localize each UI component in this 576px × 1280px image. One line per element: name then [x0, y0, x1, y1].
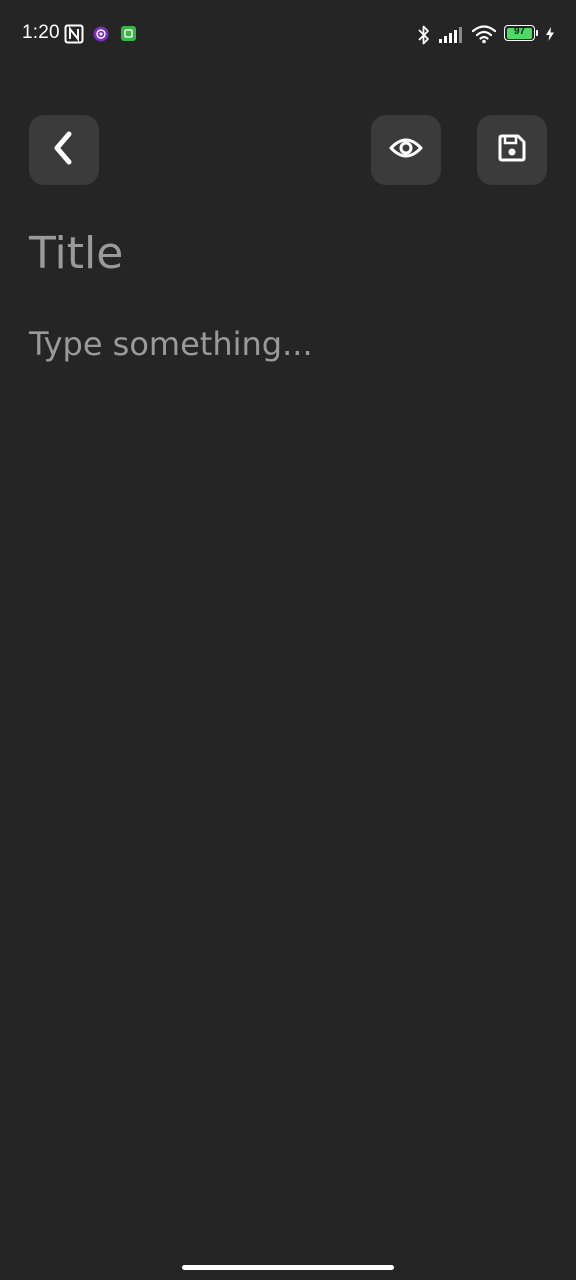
save-button[interactable] — [477, 115, 547, 185]
preview-button[interactable] — [371, 115, 441, 185]
battery-icon: 97 — [504, 25, 538, 41]
status-bar: 1:20 97 — [0, 0, 576, 70]
charging-icon — [545, 27, 555, 46]
bluetooth-icon — [416, 24, 432, 51]
nfc-icon — [64, 24, 84, 49]
home-indicator[interactable] — [182, 1265, 394, 1270]
app-notification-icon — [121, 26, 136, 46]
status-time: 1:20 — [22, 22, 60, 43]
app-notification-icon — [93, 26, 109, 47]
title-input[interactable]: Title — [29, 226, 549, 286]
wifi-icon — [471, 24, 497, 49]
note-body-input[interactable]: Type something... — [29, 322, 549, 366]
chevron-left-icon — [49, 130, 79, 171]
floppy-disk-icon — [497, 133, 527, 168]
battery-level-text: 97 — [513, 26, 526, 37]
eye-icon — [389, 136, 423, 165]
cellular-signal-icon — [438, 26, 464, 49]
back-button[interactable] — [29, 115, 99, 185]
